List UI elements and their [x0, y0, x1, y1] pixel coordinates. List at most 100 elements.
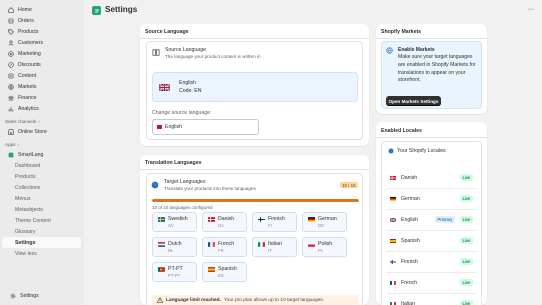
divider: [386, 251, 477, 252]
shopify-markets-card: Shopify Markets Enable Markets Make sure…: [376, 24, 487, 114]
card-title: Enabled Locales: [381, 128, 422, 134]
gb-flag-icon: [390, 217, 396, 222]
language-chip-pt-pt[interactable]: PT-PT PT-PT: [152, 262, 197, 282]
sales-channels-label[interactable]: Sales channels ›: [0, 117, 84, 126]
sidebar-item-smartlang[interactable]: SmartLang: [2, 149, 81, 160]
language-code: FI: [268, 223, 272, 228]
locale-row: Italian Live: [390, 297, 473, 305]
sidebar-subitem-products[interactable]: Products: [2, 171, 81, 182]
sidebar-item-content[interactable]: Content: [2, 70, 81, 81]
divider: [140, 38, 369, 39]
pt-flag-icon: [158, 266, 165, 272]
sidebar-item-products[interactable]: Products: [2, 26, 81, 37]
sidebar-item-markets[interactable]: Markets: [2, 81, 81, 92]
it-flag-icon: [390, 301, 396, 305]
divider: [386, 209, 477, 210]
language-chip-sv[interactable]: Swedish SV: [152, 212, 197, 232]
globe-icon: [151, 181, 159, 191]
enabled-locales-card: Enabled Locales Your Shopify Locales Dan…: [376, 122, 487, 305]
nl-flag-icon: [158, 241, 165, 247]
language-chip-es[interactable]: Spanish ES: [202, 262, 247, 282]
divider: [376, 38, 487, 39]
card-title: Translation Languages: [145, 160, 202, 166]
sidebar-subitem-menus[interactable]: Menus: [2, 193, 81, 204]
sidebar-item-discounts[interactable]: Discounts: [2, 59, 81, 70]
sidebar-item-online-store[interactable]: Online Store: [2, 126, 81, 137]
translation-languages-card: Translation Languages Target Languages T…: [140, 155, 369, 305]
language-chip-de[interactable]: German DE: [302, 212, 347, 232]
locale-name: English: [401, 216, 419, 223]
sidebar-item-home[interactable]: Home: [2, 4, 81, 15]
sidebar-item-marketing[interactable]: Marketing: [2, 48, 81, 59]
language-chip-fi[interactable]: Finnish FI: [252, 212, 297, 232]
source-box-desc: The language your product content is wri…: [165, 54, 261, 59]
source-language-code: Code: EN: [179, 88, 202, 94]
language-name: Polish: [318, 241, 333, 247]
language-code: PT-PT: [168, 273, 181, 278]
language-chip-da[interactable]: Danish DA: [202, 212, 247, 232]
fi-flag-icon: [258, 216, 265, 222]
source-language-box: Source Language The language your produc…: [146, 41, 363, 140]
locales-box: Your Shopify Locales Danish Live German Liv…: [381, 141, 482, 305]
sidebar-item-orders[interactable]: Orders: [2, 15, 81, 26]
apps-label[interactable]: Apps ›: [0, 140, 84, 149]
markets-box-text: Make sure your target languages are enab…: [398, 54, 476, 84]
fr-flag-icon: [390, 280, 396, 285]
it-flag-icon: [258, 241, 265, 247]
locale-row: Finnish Live: [390, 255, 473, 268]
se-flag-icon: [158, 216, 165, 222]
sidebar-subitem-glossary[interactable]: Glossary: [2, 226, 81, 237]
enable-markets-box: Enable Markets Make sure your target lan…: [381, 41, 482, 109]
chevron-right-icon: ›: [38, 119, 40, 124]
language-name: Swedish: [168, 216, 188, 222]
language-chip-nl[interactable]: Dutch NL: [152, 237, 197, 257]
target-languages-box: Target Languages Translate your products…: [146, 173, 363, 305]
source-language-select[interactable]: English: [152, 119, 259, 135]
sidebar-subitem-view-less[interactable]: View less: [2, 248, 81, 259]
live-status-badge: Live: [459, 237, 473, 244]
language-code: FR: [218, 248, 224, 253]
locale-name: Danish: [401, 174, 418, 181]
progress-fill: [152, 199, 359, 202]
limit-text: Your pro plan allows up to 10 target lan…: [223, 298, 325, 303]
language-chip-it[interactable]: Italian IT: [252, 237, 297, 257]
locale-row: English Primary Live: [390, 213, 473, 226]
sidebar-item-finance[interactable]: Finance: [2, 92, 81, 103]
locale-row: German Live: [390, 192, 473, 205]
current-source-language: English Code: EN: [152, 72, 358, 102]
language-name: Dutch: [168, 241, 182, 247]
language-chip-pl[interactable]: Polish PL: [302, 237, 347, 257]
chart-icon: [8, 106, 14, 112]
content-icon: [8, 73, 14, 79]
alert-triangle-icon: [156, 296, 164, 305]
target-icon: [8, 50, 14, 57]
sidebar-item-analytics[interactable]: Analytics: [2, 103, 81, 114]
locale-name: German: [401, 195, 420, 202]
card-title: Source Language: [145, 29, 189, 35]
sidebar-subitem-theme-content[interactable]: Theme Content: [2, 215, 81, 226]
source-box-title: Source Language: [165, 47, 206, 53]
chevron-right-icon: ›: [17, 142, 20, 147]
more-actions-icon[interactable]: ···: [528, 6, 534, 13]
sidebar-item-customers[interactable]: Customers: [2, 37, 81, 48]
gear-icon: [10, 293, 16, 299]
tag-icon: [8, 28, 14, 35]
language-name: Finnish: [268, 216, 285, 222]
sidebar-subitem-metaobjects[interactable]: Metaobjects: [2, 204, 81, 215]
language-chip-fr[interactable]: French FR: [202, 237, 247, 257]
globe-icon: [8, 83, 14, 90]
sidebar-subitem-settings[interactable]: Settings: [2, 237, 81, 248]
sidebar-item-settings[interactable]: Settings: [4, 290, 82, 301]
language-code: NL: [168, 248, 174, 253]
live-status-badge: Live: [459, 216, 473, 223]
change-source-label: Change source language:: [152, 110, 212, 116]
globe-icon: [386, 47, 393, 56]
orders-icon: [8, 18, 14, 24]
language-name: French: [218, 241, 235, 247]
sidebar-subitem-dashboard[interactable]: Dashboard: [2, 160, 81, 171]
sidebar-subitem-collections[interactable]: Collections: [2, 182, 81, 193]
open-markets-settings-button[interactable]: Open Markets Settings: [386, 96, 441, 106]
book-icon: [152, 49, 160, 56]
live-status-badge: Live: [459, 300, 473, 305]
language-name: German: [318, 216, 337, 222]
